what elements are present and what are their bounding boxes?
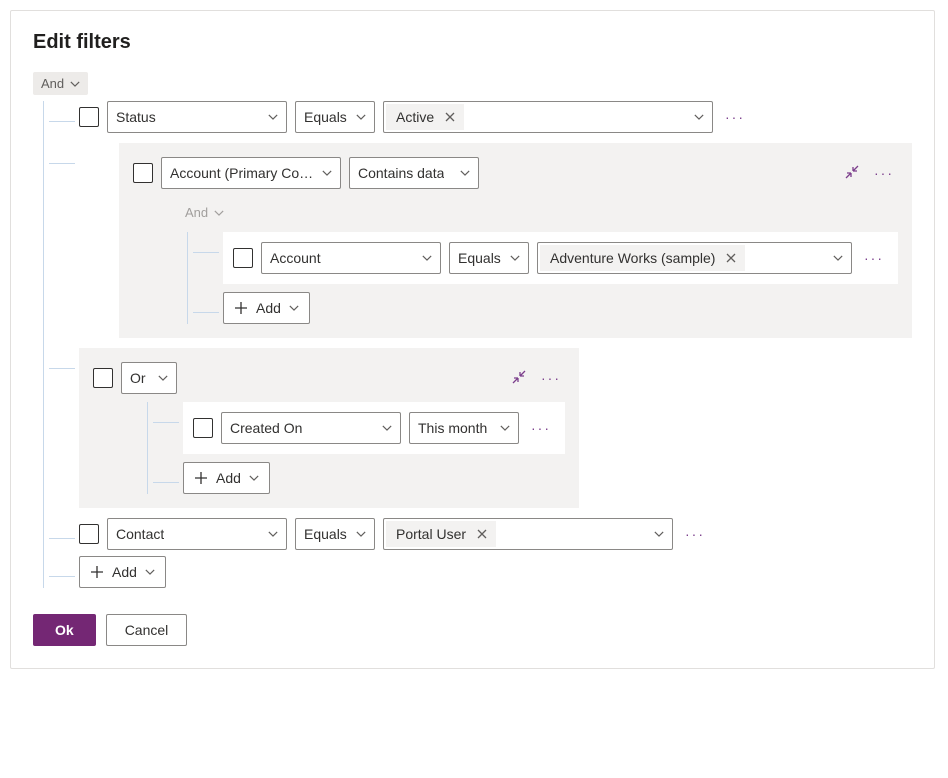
plus-icon (194, 471, 208, 485)
inner-operator-dropdown[interactable]: And (177, 201, 232, 224)
value-tag: Portal User (386, 521, 496, 547)
more-icon[interactable]: ··· (681, 526, 709, 542)
field-label: Account (Primary Cont... (170, 165, 314, 181)
field-label: Contact (116, 526, 164, 542)
filter-group-account-primary: Account (Primary Cont... Contains data ·… (49, 143, 912, 338)
chevron-down-icon (833, 253, 843, 263)
operator-label: Equals (304, 109, 347, 125)
field-dropdown[interactable]: Account (261, 242, 441, 274)
operator-dropdown[interactable]: Contains data (349, 157, 479, 189)
collapse-icon[interactable] (511, 369, 529, 387)
field-dropdown[interactable]: Created On (221, 412, 401, 444)
chevron-down-icon (460, 168, 470, 178)
chevron-down-icon (694, 112, 704, 122)
chevron-down-icon (268, 112, 278, 122)
operator-dropdown[interactable]: Equals (449, 242, 529, 274)
add-label: Add (112, 564, 137, 580)
chevron-down-icon (510, 253, 520, 263)
plus-icon (90, 565, 104, 579)
chevron-down-icon (422, 253, 432, 263)
operator-dropdown[interactable]: This month (409, 412, 519, 444)
field-dropdown[interactable]: Status (107, 101, 287, 133)
chevron-down-icon (500, 423, 510, 433)
more-icon[interactable]: ··· (860, 250, 888, 266)
add-button[interactable]: Add (183, 462, 270, 494)
collapse-icon[interactable] (844, 164, 862, 182)
filter-row-status: Status Equals Active ··· (49, 101, 912, 133)
close-icon[interactable] (725, 251, 739, 265)
chevron-down-icon (268, 529, 278, 539)
chevron-down-icon (70, 79, 80, 89)
root-operator-label: And (41, 76, 64, 91)
cancel-button[interactable]: Cancel (106, 614, 188, 646)
chevron-down-icon (322, 168, 332, 178)
row-checkbox[interactable] (79, 107, 99, 127)
more-icon[interactable]: ··· (870, 165, 898, 181)
tag-label: Portal User (396, 526, 466, 542)
add-button[interactable]: Add (223, 292, 310, 324)
filter-group-or: Or ··· (49, 348, 912, 508)
value-input[interactable]: Active (383, 101, 713, 133)
page-title: Edit filters (33, 31, 912, 54)
footer-actions: Ok Cancel (33, 614, 912, 646)
group-operator-dropdown[interactable]: Or (121, 362, 177, 394)
operator-label: Equals (458, 250, 501, 266)
tag-label: Adventure Works (sample) (550, 250, 715, 266)
row-checkbox[interactable] (193, 418, 213, 438)
chevron-down-icon (158, 373, 168, 383)
inner-operator-label: And (185, 205, 208, 220)
add-button[interactable]: Add (79, 556, 166, 588)
root-operator-dropdown[interactable]: And (33, 72, 88, 95)
operator-dropdown[interactable]: Equals (295, 101, 375, 133)
group-operator-label: Or (130, 370, 146, 386)
operator-label: This month (418, 420, 487, 436)
chevron-down-icon (145, 567, 155, 577)
operator-label: Contains data (358, 165, 444, 181)
ok-button[interactable]: Ok (33, 614, 96, 646)
filter-row-contact: Contact Equals Portal User ··· (49, 518, 912, 550)
operator-dropdown[interactable]: Equals (295, 518, 375, 550)
more-icon[interactable]: ··· (721, 109, 749, 125)
tag-label: Active (396, 109, 434, 125)
root-add-row: Add (49, 556, 912, 588)
chevron-down-icon (249, 473, 259, 483)
row-checkbox[interactable] (133, 163, 153, 183)
chevron-down-icon (214, 208, 224, 218)
field-label: Status (116, 109, 156, 125)
field-dropdown[interactable]: Contact (107, 518, 287, 550)
value-tag: Active (386, 104, 464, 130)
chevron-down-icon (654, 529, 664, 539)
value-tag: Adventure Works (sample) (540, 245, 745, 271)
value-input[interactable]: Portal User (383, 518, 673, 550)
close-icon[interactable] (444, 110, 458, 124)
chevron-down-icon (289, 303, 299, 313)
add-label: Add (216, 470, 241, 486)
edit-filters-panel: Edit filters And Status Equals (10, 10, 935, 669)
operator-label: Equals (304, 526, 347, 542)
chevron-down-icon (356, 112, 366, 122)
filter-tree: Status Equals Active ··· (33, 101, 912, 588)
close-icon[interactable] (476, 527, 490, 541)
field-dropdown[interactable]: Account (Primary Cont... (161, 157, 341, 189)
more-icon[interactable]: ··· (537, 370, 565, 386)
row-checkbox[interactable] (233, 248, 253, 268)
plus-icon (234, 301, 248, 315)
row-checkbox[interactable] (93, 368, 113, 388)
more-icon[interactable]: ··· (527, 420, 555, 436)
row-checkbox[interactable] (79, 524, 99, 544)
tree-line (43, 101, 44, 588)
field-label: Account (270, 250, 321, 266)
value-input[interactable]: Adventure Works (sample) (537, 242, 852, 274)
field-label: Created On (230, 420, 302, 436)
chevron-down-icon (382, 423, 392, 433)
chevron-down-icon (356, 529, 366, 539)
add-label: Add (256, 300, 281, 316)
